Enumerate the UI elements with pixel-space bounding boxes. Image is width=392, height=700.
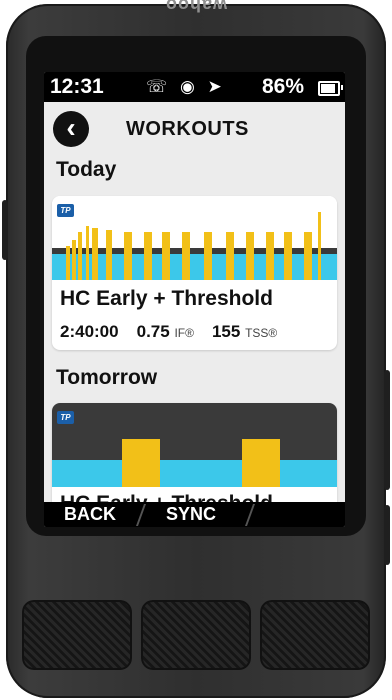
profile-interval-bar [162, 232, 170, 280]
profile-interval-bar [106, 230, 112, 280]
profile-interval-bar [204, 232, 212, 280]
profile-interval-bar [92, 228, 98, 280]
profile-interval-bar [246, 232, 254, 280]
profile-interval-bar [266, 232, 274, 280]
page-title: WORKOUTS [126, 118, 249, 140]
profile-interval-bar [122, 439, 160, 487]
side-button-right-bottom[interactable] [384, 505, 390, 565]
workout-if-value: 0.75 [136, 322, 170, 341]
status-bar: 12:31 ☏ ◉ ➤ 86% [44, 72, 345, 102]
status-time: 12:31 [50, 75, 104, 98]
profile-interval-bar [144, 232, 152, 280]
profile-background [52, 403, 337, 461]
brand-logo: wahoo [165, 0, 227, 15]
profile-interval-bar [124, 232, 132, 280]
workout-name-today: HC Early + Threshold [60, 287, 273, 310]
workout-profile-tomorrow [52, 403, 337, 487]
section-tomorrow-label: Tomorrow [56, 366, 158, 389]
battery-icon [318, 81, 343, 96]
hardware-button-left[interactable] [22, 600, 132, 670]
workout-duration: 2:40:00 [60, 322, 119, 341]
status-icons: ☏ ◉ ➤ [146, 77, 226, 96]
profile-interval-bar [242, 439, 280, 487]
workout-if-unit: IF® [174, 326, 194, 340]
profile-interval-bar [66, 246, 70, 280]
trainingpeaks-badge: TP [57, 204, 74, 217]
workout-tss-value: 155 [211, 322, 241, 341]
hardware-button-right[interactable] [260, 600, 370, 670]
profile-interval-bar [72, 240, 76, 280]
workout-card-today[interactable]: TP HC Early + Threshold 2:40:00 0.75 IF® 1… [52, 196, 337, 350]
back-button[interactable]: BACK [64, 504, 116, 525]
profile-interval-bar [318, 212, 321, 280]
profile-interval-bar [284, 232, 292, 280]
profile-interval-bar [86, 226, 89, 280]
header: ‹ WORKOUTS [44, 108, 345, 152]
side-button-left[interactable] [2, 200, 8, 260]
profile-interval-bar [182, 232, 190, 280]
workout-stats-today: 2:40:00 0.75 IF® 155 TSS® [60, 322, 277, 342]
footer-divider [244, 504, 256, 526]
back-arrow-button[interactable]: ‹ [53, 111, 89, 147]
workout-tss-unit: TSS® [245, 326, 278, 340]
section-today-label: Today [56, 158, 117, 181]
profile-interval-bar [304, 232, 312, 280]
sync-button[interactable]: SYNC [166, 504, 216, 525]
footer-divider [135, 504, 147, 526]
screen: 12:31 ☏ ◉ ➤ 86% ‹ WORKOUTS Today TP HC E… [44, 72, 345, 527]
side-button-right-top[interactable] [384, 370, 390, 490]
workout-profile-today [52, 196, 337, 280]
battery-percent: 86% [262, 75, 305, 98]
profile-baseline [52, 460, 337, 462]
footer-bar: BACK SYNC [44, 502, 345, 527]
profile-interval-bar [226, 232, 234, 280]
profile-interval-bar [78, 232, 82, 280]
trainingpeaks-badge: TP [57, 411, 74, 424]
hardware-button-center[interactable] [141, 600, 251, 670]
